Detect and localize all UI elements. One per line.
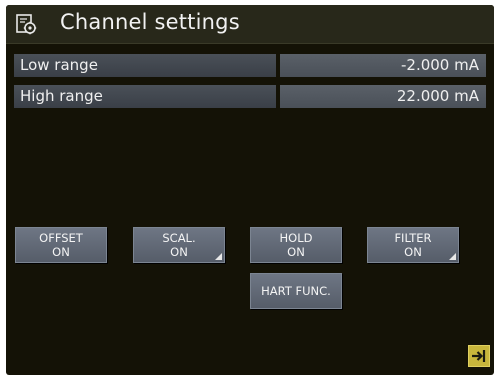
submenu-corner-icon xyxy=(215,253,222,260)
button-label-line1: OFFSET xyxy=(39,231,83,245)
hart-func-button[interactable]: HART FUNC. xyxy=(250,273,342,309)
button-label-line2: ON xyxy=(404,245,422,259)
button-label-line2: ON xyxy=(287,245,305,259)
filter-button[interactable]: FILTER ON xyxy=(367,227,459,263)
button-label-line1: SCAL. xyxy=(162,231,196,245)
button-label-line2: ON xyxy=(170,245,188,259)
setting-value[interactable]: 22.000 mA xyxy=(280,85,486,108)
offset-button[interactable]: OFFSET ON xyxy=(15,227,107,263)
page-title: Channel settings xyxy=(60,10,240,34)
setting-row-high-range[interactable]: High range 22.000 mA xyxy=(14,85,486,108)
button-label-line1: FILTER xyxy=(394,231,432,245)
button-label-line2: ON xyxy=(52,245,70,259)
exit-arrow-icon xyxy=(472,350,486,362)
hold-button[interactable]: HOLD ON xyxy=(250,227,342,263)
setting-label: Low range xyxy=(14,54,276,77)
scal-button[interactable]: SCAL. ON xyxy=(133,227,225,263)
setting-row-low-range[interactable]: Low range -2.000 mA xyxy=(14,54,486,77)
setting-value[interactable]: -2.000 mA xyxy=(280,54,486,77)
exit-button[interactable] xyxy=(468,345,490,367)
device-screen: Channel settings Low range -2.000 mA Hig… xyxy=(6,5,494,375)
title-bar: Channel settings xyxy=(6,5,494,44)
setting-label: High range xyxy=(14,85,276,108)
submenu-corner-icon xyxy=(449,253,456,260)
button-label-line1: HOLD xyxy=(279,231,313,245)
settings-page-icon xyxy=(16,14,37,35)
